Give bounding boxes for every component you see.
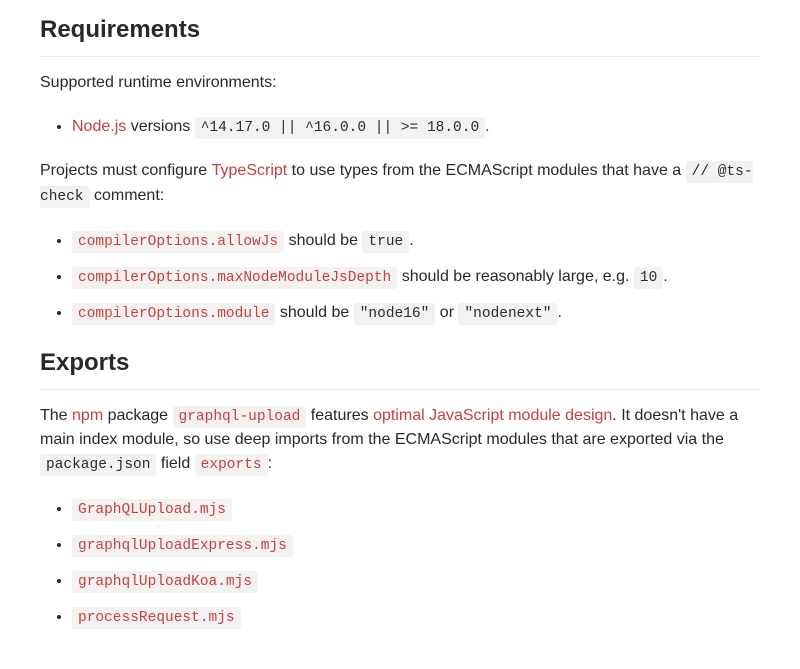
list-item: graphqlUploadKoa.mjs	[72, 565, 760, 597]
opt-val2: "nodenext"	[458, 303, 557, 325]
opt-mid: should be	[275, 304, 353, 321]
graphql-upload-code: graphql-upload	[173, 406, 307, 428]
exports-file-list: GraphQLUpload.mjs graphqlUploadExpress.m…	[40, 493, 760, 633]
list-item: graphqlUploadExpress.mjs	[72, 529, 760, 561]
maxnode-code: compilerOptions.maxNodeModuleJsDepth	[72, 267, 397, 289]
exports-p-5: field	[156, 455, 194, 472]
list-item: Node.js versions ^14.17.0 || ^16.0.0 || …	[72, 111, 760, 143]
exports-paragraph: The npm package graphql-upload features …	[40, 404, 760, 478]
supported-intro: Supported runtime environments:	[40, 71, 760, 95]
file-link[interactable]: GraphQLUpload.mjs	[72, 500, 232, 517]
file-code: processRequest.mjs	[72, 607, 241, 629]
allowjs-link[interactable]: compilerOptions.allowJs	[72, 232, 284, 249]
list-item: processRequest.mjs	[72, 601, 760, 633]
module-code: compilerOptions.module	[72, 303, 275, 325]
runtime-list: Node.js versions ^14.17.0 || ^16.0.0 || …	[40, 111, 760, 143]
npm-link[interactable]: npm	[72, 407, 103, 424]
opt-post: .	[663, 268, 667, 285]
ts-intro-paragraph: Projects must configure TypeScript to us…	[40, 159, 760, 209]
list-item: compilerOptions.maxNodeModuleJsDepth sho…	[72, 261, 760, 293]
versions-post: .	[485, 118, 489, 135]
exports-field-link[interactable]: exports	[195, 455, 268, 472]
module-link[interactable]: compilerOptions.module	[72, 304, 275, 321]
versions-code: ^14.17.0 || ^16.0.0 || >= 18.0.0	[195, 117, 485, 139]
package-json-code: package.json	[40, 454, 156, 476]
versions-pre: versions	[126, 118, 194, 135]
exports-heading: Exports	[40, 345, 760, 390]
typescript-link[interactable]: TypeScript	[212, 162, 288, 179]
opt-post: .	[557, 304, 561, 321]
list-item: compilerOptions.allowJs should be true.	[72, 225, 760, 257]
opt-val: 10	[634, 267, 663, 289]
opt-val: true	[362, 231, 409, 253]
file-link[interactable]: graphqlUploadExpress.mjs	[72, 536, 293, 553]
ts-intro-mid: to use types from the ECMAScript modules…	[287, 162, 685, 179]
file-link[interactable]: graphqlUploadKoa.mjs	[72, 572, 258, 589]
requirements-heading: Requirements	[40, 12, 760, 57]
exports-p-6: :	[268, 455, 272, 472]
opt-mid: should be reasonably large, e.g.	[397, 268, 634, 285]
exports-field-code: exports	[195, 454, 268, 476]
opt-post: .	[409, 232, 413, 249]
file-code: graphqlUploadExpress.mjs	[72, 535, 293, 557]
ts-intro-pre: Projects must configure	[40, 162, 212, 179]
ts-intro-post: comment:	[90, 187, 165, 204]
list-item: GraphQLUpload.mjs	[72, 493, 760, 525]
maxnode-link[interactable]: compilerOptions.maxNodeModuleJsDepth	[72, 268, 397, 285]
exports-p-3: features	[306, 407, 373, 424]
exports-p-2: package	[103, 407, 172, 424]
file-code: graphqlUploadKoa.mjs	[72, 571, 258, 593]
file-link[interactable]: processRequest.mjs	[72, 608, 241, 625]
graphql-upload-link[interactable]: graphql-upload	[173, 407, 307, 424]
compiler-options-list: compilerOptions.allowJs should be true. …	[40, 225, 760, 329]
file-code: GraphQLUpload.mjs	[72, 499, 232, 521]
opt-val: "node16"	[354, 303, 436, 325]
opt-or: or	[435, 304, 458, 321]
exports-p-1: The	[40, 407, 72, 424]
nodejs-link[interactable]: Node.js	[72, 118, 126, 135]
opt-mid: should be	[284, 232, 362, 249]
allowjs-code: compilerOptions.allowJs	[72, 231, 284, 253]
list-item: compilerOptions.module should be "node16…	[72, 297, 760, 329]
optimal-design-link[interactable]: optimal JavaScript module design	[373, 407, 612, 424]
